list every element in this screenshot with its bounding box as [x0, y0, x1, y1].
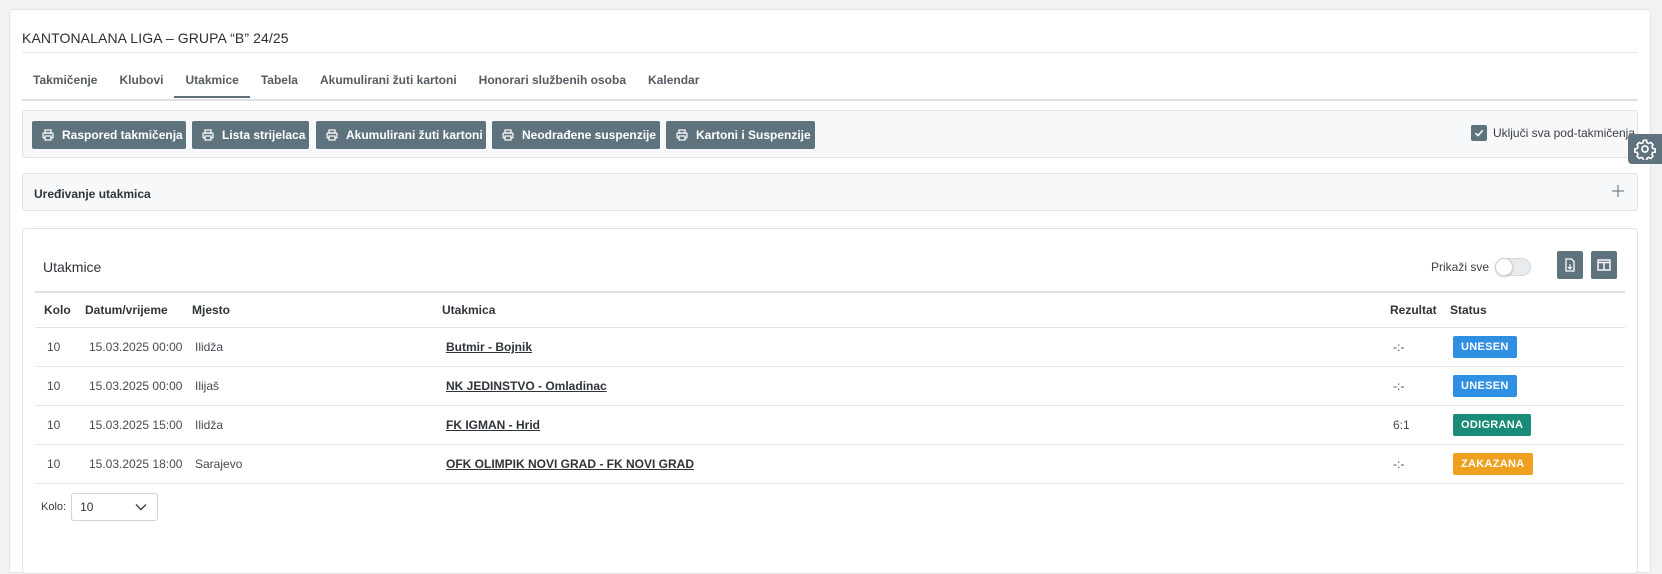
match-link[interactable]: OFK OLIMPIK NOVI GRAD - FK NOVI GRAD [446, 457, 694, 471]
cell-mjesto: Ilidža [195, 418, 224, 432]
tabs-divider [22, 99, 1638, 101]
matches-title: Utakmice [43, 259, 102, 275]
page-title: KANTONALANA LIGA – GRUPA “B” 24/25 [22, 30, 289, 46]
table-row: 10 15.03.2025 15:00 Ilidža FK IGMAN - Hr… [35, 406, 1625, 445]
edit-matches-accordion[interactable]: Uređivanje utakmica [22, 173, 1638, 211]
status-badge: UNESEN [1453, 336, 1517, 358]
status-badge: ODIGRANA [1453, 414, 1532, 436]
cell-datum: 15.03.2025 18:00 [89, 457, 183, 471]
tab-takmicenje[interactable]: Takmičenje [22, 72, 108, 98]
cell-kolo: 10 [47, 379, 61, 393]
columns-icon [1597, 259, 1611, 271]
accordion-title: Uređivanje utakmica [34, 187, 151, 201]
cell-kolo: 10 [47, 457, 61, 471]
col-utakmica-header: Utakmica [442, 303, 496, 317]
show-all-control: Prikaži sve [1431, 258, 1531, 276]
button-label: Neodrađene suspenzije [522, 128, 657, 142]
table-header-row: Kolo Datum/vrijeme Mjesto Utakmica Rezul… [35, 293, 1625, 328]
raspored-takmicenja-button[interactable]: Raspored takmičenja [32, 121, 186, 149]
printer-icon [326, 129, 338, 141]
page-frame: KANTONALANA LIGA – GRUPA “B” 24/25 Takmi… [9, 9, 1651, 574]
settings-gear-button[interactable] [1628, 134, 1662, 164]
button-label: Raspored takmičenja [62, 128, 183, 142]
cell-datum: 15.03.2025 15:00 [89, 418, 183, 432]
neodradjene-suspenzije-button[interactable]: Neodrađene suspenzije [492, 121, 660, 149]
cell-mjesto: Ilidža [195, 340, 224, 354]
kolo-select-value: 10 [80, 500, 94, 514]
cell-kolo: 10 [47, 418, 61, 432]
cell-rezultat: -:- [1393, 340, 1405, 354]
tab-kalendar[interactable]: Kalendar [637, 72, 710, 98]
plus-icon[interactable] [1611, 182, 1625, 202]
kolo-filter-label: Kolo: [41, 501, 67, 513]
tab-klubovi[interactable]: Klubovi [108, 72, 174, 98]
printer-icon [42, 129, 54, 141]
akumulirani-zuti-kartoni-button[interactable]: Akumulirani žuti kartoni [316, 121, 486, 149]
printer-icon [502, 129, 514, 141]
match-link[interactable]: FK IGMAN - Hrid [446, 418, 540, 432]
printer-icon [676, 129, 688, 141]
show-all-label: Prikaži sve [1430, 260, 1489, 274]
kolo-select[interactable]: 10 [71, 493, 159, 521]
col-kolo-header: Kolo [44, 303, 71, 317]
check-icon [1474, 129, 1484, 137]
tab-tabela[interactable]: Tabela [250, 72, 309, 98]
cell-kolo: 10 [47, 340, 61, 354]
include-sub-checkbox[interactable] [1470, 125, 1487, 141]
cell-rezultat: 6:1 [1393, 418, 1410, 432]
kartoni-i-suspenzije-button[interactable]: Kartoni i Suspenzije [666, 121, 815, 149]
matches-table: Kolo Datum/vrijeme Mjesto Utakmica Rezul… [35, 291, 1625, 484]
tab-utakmice[interactable]: Utakmice [174, 72, 250, 98]
tab-bar: Takmičenje Klubovi Utakmice Tabela Akumu… [22, 72, 710, 98]
printer-icon [202, 129, 214, 141]
kolo-filter: Kolo: 10 [41, 493, 159, 521]
button-label: Akumulirani žuti kartoni [346, 128, 483, 142]
matches-card: Utakmice Prikaži sve Kolo Datum/vrijeme … [22, 228, 1638, 574]
cell-datum: 15.03.2025 00:00 [89, 379, 183, 393]
export-document-button[interactable] [1557, 251, 1583, 279]
include-sub-label: Uključi sva pod-takmičenja [1492, 126, 1635, 140]
title-divider [22, 52, 1638, 53]
table-row: 10 15.03.2025 00:00 Ilidža Butmir - Bojn… [35, 328, 1625, 367]
cell-datum: 15.03.2025 00:00 [89, 340, 183, 354]
col-rezultat-header: Rezultat [1390, 303, 1437, 317]
gear-icon [1634, 139, 1656, 160]
chevron-down-icon [135, 504, 147, 511]
cell-mjesto: Ilijaš [195, 379, 220, 393]
cell-rezultat: -:- [1393, 457, 1405, 471]
tab-honorari[interactable]: Honorari službenih osoba [468, 72, 637, 98]
tab-akumulirani-zuti-kartoni[interactable]: Akumulirani žuti kartoni [309, 72, 468, 98]
cell-rezultat: -:- [1393, 379, 1405, 393]
button-label: Lista strijelaca [222, 128, 306, 142]
include-sub-competitions: Uključi sva pod-takmičenja [1470, 125, 1635, 141]
match-link[interactable]: NK JEDINSTVO - Omladinac [446, 379, 607, 393]
col-mjesto-header: Mjesto [192, 303, 231, 317]
table-row: 10 15.03.2025 00:00 Ilijaš NK JEDINSTVO … [35, 367, 1625, 406]
show-all-toggle[interactable] [1495, 258, 1531, 276]
status-badge: UNESEN [1453, 375, 1517, 397]
button-label: Kartoni i Suspenzije [696, 128, 811, 142]
col-status-header: Status [1450, 303, 1487, 317]
columns-toggle-button[interactable] [1591, 251, 1617, 279]
match-link[interactable]: Butmir - Bojnik [446, 340, 532, 354]
col-datum-header: Datum/vrijeme [85, 303, 168, 317]
print-toolbar: Raspored takmičenja Lista strijelaca Aku… [22, 110, 1638, 158]
lista-strijelaca-button[interactable]: Lista strijelaca [192, 121, 309, 149]
cell-mjesto: Sarajevo [195, 457, 243, 471]
document-icon [1565, 258, 1575, 272]
table-row: 10 15.03.2025 18:00 Sarajevo OFK OLIMPIK… [35, 445, 1625, 484]
status-badge: ZAKAZANA [1453, 453, 1533, 475]
